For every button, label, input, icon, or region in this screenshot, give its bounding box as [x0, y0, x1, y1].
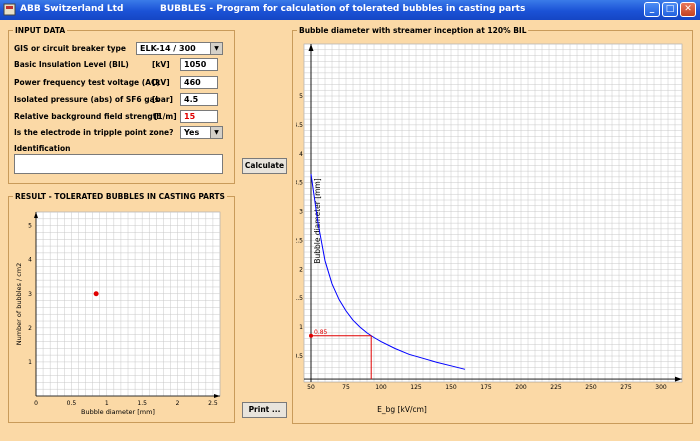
result-chart: 0 0.5 1 1.5 2 2.5 1 2 3 4 5 Bubble diameter [mm] Num…	[15, 211, 221, 416]
x-axis-label: Bubble diameter [mm]	[81, 408, 155, 416]
y-axis-label: Number of bubbles / cm2	[15, 263, 23, 346]
x-tick-label: 2	[176, 400, 180, 407]
y-tick-label: 0.5	[296, 353, 303, 360]
triple-point-value: Yes	[184, 128, 200, 137]
gis-type-select[interactable]: ELK-14 / 300 ▼	[136, 42, 223, 55]
y-tick-label: 4	[28, 257, 32, 264]
y-tick-label: 3	[299, 209, 303, 216]
print-button[interactable]: Print ...	[242, 402, 287, 418]
y-tick-label: 2	[299, 266, 303, 273]
x-tick-label: 2.5	[208, 400, 218, 407]
result-title: RESULT - TOLERATED BUBBLES IN CASTING PA…	[13, 192, 227, 201]
background-field-field[interactable]: 15	[180, 110, 218, 123]
x-tick-label: 100	[375, 384, 387, 391]
bil-label: Basic Insulation Level (BIL)	[14, 60, 129, 69]
app-icon	[3, 3, 16, 16]
pressure-unit: [bar]	[152, 95, 173, 104]
pressure-label: Isolated pressure (abs) of SF6 gas	[14, 95, 160, 104]
bil-field[interactable]: 1050	[180, 58, 218, 71]
y-tick-label: 2.5	[296, 237, 303, 244]
input-data-title: INPUT DATA	[13, 26, 68, 35]
ac-voltage-field[interactable]: 460	[180, 76, 218, 89]
x-tick-label: 0.5	[67, 400, 77, 407]
x-tick-label: 300	[655, 384, 667, 391]
ac-voltage-unit: [kV]	[152, 78, 170, 87]
y-tick-label: 3	[28, 291, 32, 298]
maximize-button[interactable]: □	[662, 2, 678, 17]
minimize-button[interactable]: _	[644, 2, 660, 17]
y-tick-label: 1	[28, 359, 32, 366]
x-tick-label: 200	[515, 384, 527, 391]
background-field-unit: [1/m]	[154, 112, 177, 121]
x-tick-label: 50	[307, 384, 315, 391]
gis-type-value: ELK-14 / 300	[140, 44, 196, 53]
triple-point-select[interactable]: Yes ▼	[180, 126, 223, 139]
y-tick-label: 5	[299, 93, 303, 100]
y-tick-label: 5	[28, 223, 32, 230]
chevron-down-icon[interactable]: ▼	[210, 127, 222, 138]
maximize-icon: □	[665, 4, 675, 14]
y-tick-label: 1.5	[296, 295, 303, 302]
x-tick-label: 125	[410, 384, 422, 391]
marker-point	[309, 333, 313, 338]
data-point	[93, 291, 99, 297]
ac-voltage-label: Power frequency test voltage (AC)	[14, 78, 160, 87]
x-tick-label: 75	[342, 384, 350, 391]
identification-label: Identification	[14, 144, 71, 153]
x-tick-label: 275	[620, 384, 632, 391]
y-tick-label: 2	[28, 325, 32, 332]
x-tick-label: 225	[550, 384, 562, 391]
gis-type-label: GIS or circuit breaker type	[14, 44, 127, 53]
program-title: BUBBLES - Program for calculation of tol…	[160, 4, 526, 14]
close-icon: ✕	[684, 4, 692, 14]
chevron-down-icon[interactable]: ▼	[210, 43, 222, 54]
x-axis-label: E_bg [kV/cm]	[377, 405, 427, 414]
y-tick-label: 4.5	[296, 122, 303, 129]
minimize-icon: _	[649, 4, 655, 14]
calculate-button[interactable]: Calculate	[242, 158, 287, 174]
y-tick-label: 1	[299, 324, 303, 331]
close-button[interactable]: ✕	[680, 2, 696, 17]
title-bar: ABB Switzerland Ltd BUBBLES - Program fo…	[0, 0, 700, 20]
x-tick-label: 0	[34, 400, 38, 407]
identification-field[interactable]	[14, 154, 223, 174]
x-tick-label: 250	[585, 384, 597, 391]
bubble-diameter-title: Bubble diameter with streamer inception …	[297, 26, 529, 35]
x-tick-label: 175	[480, 384, 492, 391]
background-field-label: Relative background field strength	[14, 112, 162, 121]
triple-point-label: Is the electrode in tripple point zone?	[14, 128, 174, 137]
x-tick-label: 1	[105, 400, 109, 407]
y-tick-label: 3.5	[296, 180, 303, 187]
x-tick-label: 150	[445, 384, 457, 391]
app-title: ABB Switzerland Ltd	[20, 4, 124, 14]
x-tick-label: 1.5	[137, 400, 147, 407]
pressure-field[interactable]: 4.5	[180, 93, 218, 106]
bil-unit: [kV]	[152, 60, 170, 69]
marker-label: 0.85	[314, 329, 328, 336]
y-tick-label: 4	[299, 151, 303, 158]
bubble-diameter-chart: 50 75 100 125 150 175 200 225 250 275 300 0.5 1 1.5 2 2…	[296, 43, 683, 414]
